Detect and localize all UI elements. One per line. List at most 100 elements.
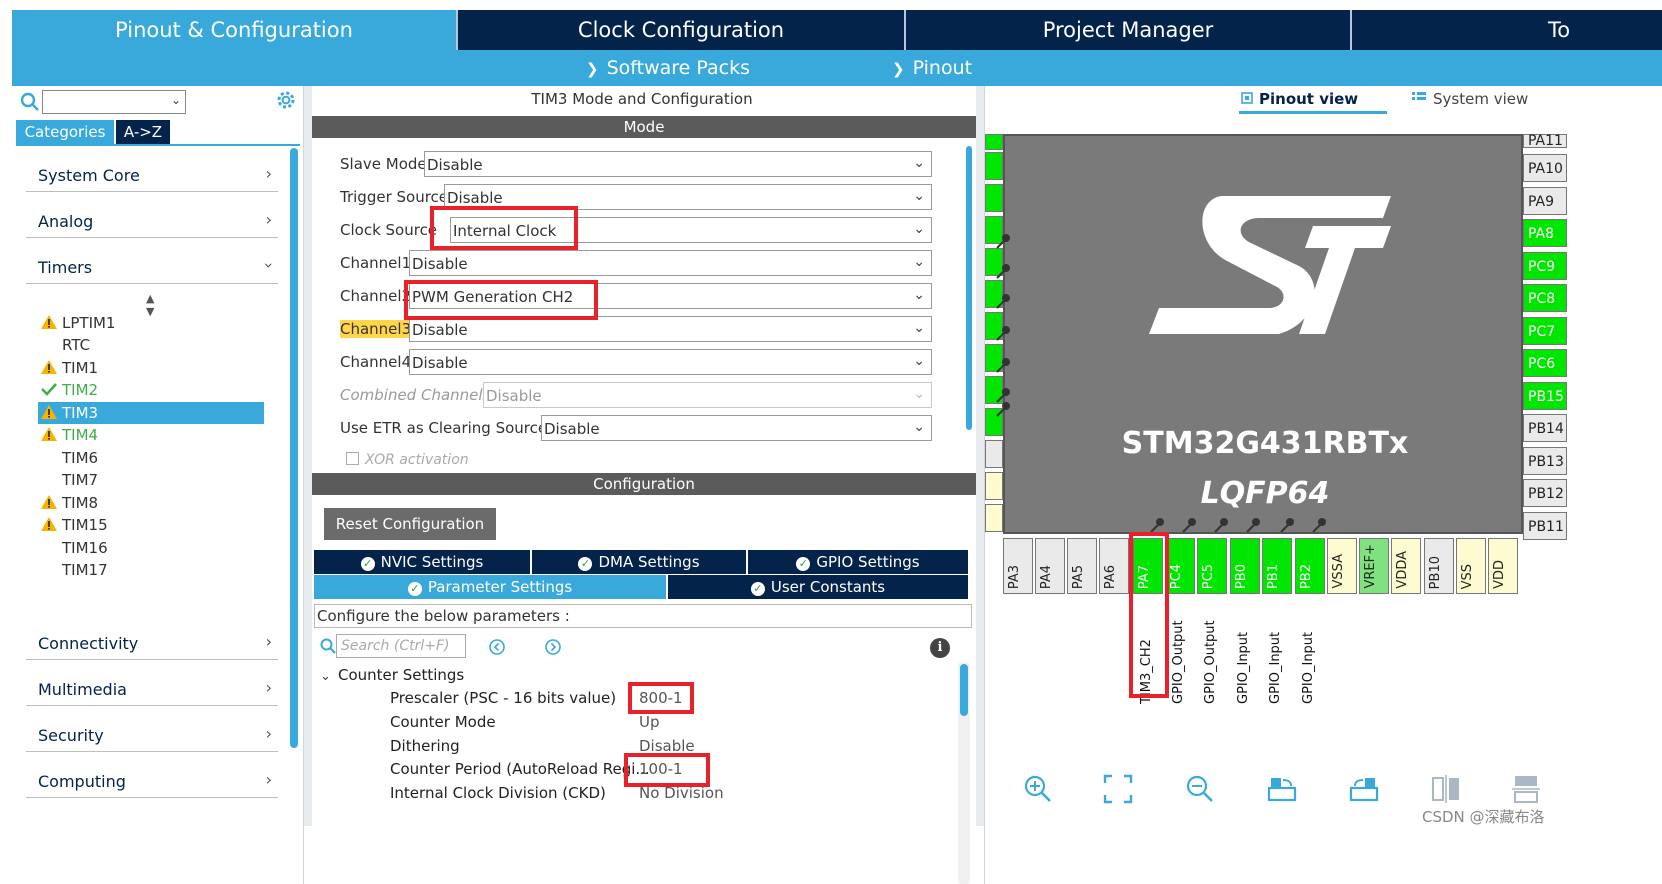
tab-clock-configuration[interactable]: Clock Configuration — [458, 10, 906, 50]
category-connectivity[interactable]: Connectivity › — [26, 624, 278, 660]
chip-pin-pa5[interactable]: PA5 — [1067, 538, 1097, 594]
param-value[interactable]: Up — [639, 713, 660, 735]
use-etr-select[interactable]: Disable ⌄ — [541, 415, 932, 441]
category-analog[interactable]: Analog › — [26, 202, 278, 238]
rotate-left-icon[interactable] — [1347, 772, 1381, 806]
list-item-lptim1[interactable]: LPTIM1 — [38, 312, 264, 334]
chip-pin[interactable] — [985, 440, 1003, 468]
chip-pin-pc7[interactable]: PC7 — [1523, 317, 1567, 345]
info-icon[interactable]: i — [930, 638, 950, 658]
category-timers[interactable]: Timers › — [26, 248, 278, 284]
chip-pin-pb1[interactable]: PB1 — [1262, 538, 1292, 594]
chip-pin-pa11[interactable]: PA11 — [1523, 134, 1567, 148]
chevron-right-icon: › — [265, 632, 272, 651]
chip-pin[interactable] — [985, 134, 1003, 150]
category-multimedia[interactable]: Multimedia › — [26, 670, 278, 706]
chip-pin-pc9[interactable]: PC9 — [1523, 252, 1567, 280]
parameter-search-input[interactable]: Search (Ctrl+F) — [336, 634, 466, 658]
splitter[interactable] — [976, 86, 984, 826]
list-item-tim6[interactable]: TIM6 — [38, 447, 264, 469]
flip-vertical-icon[interactable] — [1509, 772, 1543, 806]
list-item-tim1[interactable]: TIM1 — [38, 357, 264, 379]
channel4-select[interactable]: Disable ⌄ — [409, 349, 932, 375]
chip-pin-vdda[interactable]: VDDA — [1391, 538, 1421, 594]
list-item-tim8[interactable]: TIM8 — [38, 492, 264, 514]
tab-system-view[interactable]: System view — [1411, 90, 1531, 114]
next-icon[interactable] — [544, 638, 562, 656]
search-combobox[interactable]: ⌄ — [42, 90, 186, 114]
list-item-tim17[interactable]: TIM17 — [38, 559, 264, 581]
list-item-rtc[interactable]: RTC — [38, 334, 264, 356]
scrollbar[interactable] — [960, 664, 968, 716]
chip-pin[interactable] — [985, 504, 1003, 532]
chip-pin-pb2[interactable]: PB2 — [1295, 538, 1325, 594]
tab-pinout-view[interactable]: Pinout view — [1239, 90, 1387, 114]
chip-pin-pb14[interactable]: PB14 — [1523, 414, 1567, 442]
tab-nvic-settings[interactable]: ✓ NVIC Settings — [314, 550, 530, 574]
channel1-select[interactable]: Disable ⌄ — [409, 250, 932, 276]
category-system-core[interactable]: System Core › — [26, 156, 278, 192]
tab-parameter-settings[interactable]: ✓ Parameter Settings — [314, 575, 666, 599]
chip-pin-pa9[interactable]: PA9 — [1523, 187, 1567, 215]
list-item-tim16[interactable]: TIM16 — [38, 537, 264, 559]
chip-pin-vdd[interactable]: VDD — [1488, 538, 1518, 594]
chip-pin[interactable] — [985, 152, 1003, 180]
tab-label: GPIO Settings — [816, 553, 920, 571]
chip-pin-pa10[interactable]: PA10 — [1523, 154, 1567, 182]
flip-horizontal-icon[interactable] — [1429, 772, 1463, 806]
list-item-tim7[interactable]: TIM7 — [38, 469, 264, 491]
previous-icon[interactable] — [488, 638, 506, 656]
chip-pin-pa3[interactable]: PA3 — [1003, 538, 1033, 594]
tab-a-z[interactable]: A->Z — [116, 120, 170, 144]
chip-pin-pb13[interactable]: PB13 — [1523, 447, 1567, 475]
slave-mode-select[interactable]: Disable ⌄ — [424, 151, 932, 177]
chip-pin-pc5[interactable]: PC5 — [1197, 538, 1227, 594]
tab-tools[interactable]: To — [1352, 10, 1662, 50]
search-icon[interactable] — [20, 92, 40, 112]
tab-dma-settings[interactable]: ✓ DMA Settings — [532, 550, 746, 574]
counter-settings-group[interactable]: ⌄ Counter Settings — [320, 666, 464, 684]
chip-pin-pb10[interactable]: PB10 — [1424, 538, 1454, 594]
chip-pin-pb12[interactable]: PB12 — [1523, 479, 1567, 507]
chip-pin-vss[interactable]: VSS — [1456, 538, 1486, 594]
software-packs-menu[interactable]: ❯ Software Packs — [586, 50, 750, 86]
scrollbar[interactable] — [966, 146, 972, 430]
chip-pin-pb11[interactable]: PB11 — [1523, 512, 1567, 540]
chip-pin-pb15[interactable]: PB15 — [1523, 382, 1567, 410]
chip-pin-pb0[interactable]: PB0 — [1230, 538, 1260, 594]
list-item-tim3[interactable]: TIM3 — [38, 402, 264, 424]
zoom-in-icon[interactable] — [1021, 772, 1055, 806]
chip-pin-vssa[interactable]: VSSA — [1327, 538, 1357, 594]
group-label: Counter Settings — [338, 666, 465, 684]
chip-pin-pa4[interactable]: PA4 — [1035, 538, 1065, 594]
reset-configuration-button[interactable]: Reset Configuration — [324, 508, 496, 540]
chip-pin[interactable] — [985, 184, 1003, 212]
chevron-down-icon: ⌄ — [913, 320, 925, 336]
scrollbar[interactable] — [290, 148, 298, 748]
chip-pin-pc8[interactable]: PC8 — [1523, 284, 1567, 312]
rotate-right-icon[interactable] — [1265, 772, 1299, 806]
tab-project-manager[interactable]: Project Manager — [906, 10, 1352, 50]
tab-user-constants[interactable]: ✓ User Constants — [668, 575, 968, 599]
gear-icon[interactable] — [274, 88, 298, 112]
splitter[interactable] — [304, 86, 312, 826]
tab-gpio-settings[interactable]: ✓ GPIO Settings — [748, 550, 968, 574]
pinout-menu[interactable]: ❯ Pinout — [892, 50, 972, 86]
tab-pinout-configuration[interactable]: Pinout & Configuration — [12, 10, 458, 50]
chip-pin-pc4[interactable]: PC4 — [1165, 538, 1195, 594]
chip-pin[interactable] — [985, 472, 1003, 500]
zoom-out-icon[interactable] — [1183, 772, 1217, 806]
tab-categories[interactable]: Categories — [16, 120, 114, 144]
category-computing[interactable]: Computing › — [26, 762, 278, 798]
chip-pin-vref[interactable]: VREF+ — [1359, 538, 1389, 594]
fit-screen-icon[interactable] — [1101, 772, 1135, 806]
category-security[interactable]: Security › — [26, 716, 278, 752]
list-item-tim15[interactable]: TIM15 — [38, 514, 264, 536]
chip-pin-pa6[interactable]: PA6 — [1099, 538, 1129, 594]
param-value[interactable]: No Division — [639, 784, 724, 806]
list-item-tim4[interactable]: TIM4 — [38, 424, 264, 446]
xor-activation-checkbox[interactable]: XOR activation — [346, 452, 469, 468]
list-item-tim2[interactable]: TIM2 — [38, 379, 264, 401]
chip-pin-pc6[interactable]: PC6 — [1523, 349, 1567, 377]
chip-pin-pa8[interactable]: PA8 — [1523, 219, 1567, 247]
